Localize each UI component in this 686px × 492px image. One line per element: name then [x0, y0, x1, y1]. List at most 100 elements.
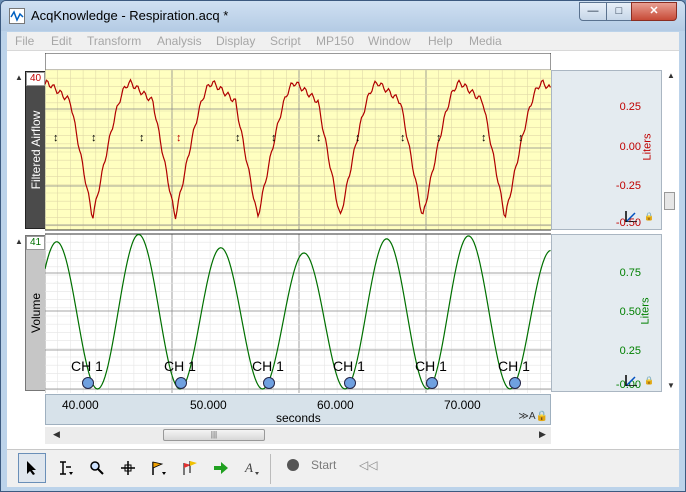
text-tool-icon: A	[244, 460, 259, 475]
menu-analysis[interactable]: Analysis	[157, 34, 202, 48]
tool-bar: A Start ◁◁	[7, 449, 679, 487]
minimize-button[interactable]: —	[579, 2, 607, 21]
event-marker-icon[interactable]: ↕	[481, 132, 487, 144]
menu-mp150[interactable]: MP150	[316, 34, 354, 48]
text-tool-button[interactable]: A	[238, 453, 266, 483]
event-marker-icon[interactable]: ↕	[436, 132, 442, 144]
x-tick-3: 60.000	[317, 398, 354, 412]
event-marker-icon[interactable]: ↕	[316, 132, 322, 144]
ibeam-zoom-icon	[60, 461, 73, 475]
event-marker-icon[interactable]	[82, 377, 94, 389]
plot-area[interactable]: ↕ ↕ ↕ ↕ ↕ ↕ ↕ ↕ ↕ ↕ ↕ ↕ CH 1 CH 1 CH 1 CH 1 CH 1 CH 1	[45, 53, 551, 394]
autoscale-horizontal-icon[interactable]: ≫A🔒	[518, 411, 548, 422]
crosshair-tool-button[interactable]	[114, 453, 142, 483]
event-marker-icon[interactable]: ↕	[91, 132, 97, 144]
scroll-right-icon[interactable]: ▶	[539, 429, 546, 440]
channel-2-name: Volume	[28, 292, 43, 334]
menu-window[interactable]: Window	[368, 34, 411, 48]
event-label: CH 1	[498, 358, 530, 374]
close-button[interactable]: ✕	[631, 2, 677, 21]
autoscale-icon[interactable]	[624, 374, 638, 386]
event-marker-icon[interactable]: ↕	[518, 132, 524, 144]
time-axis[interactable]: 40.000 50.000 60.000 70.000 seconds ≫A🔒	[45, 394, 551, 425]
horizontal-scroll-thumb[interactable]: |||	[163, 429, 265, 441]
maximize-button[interactable]: □	[606, 2, 632, 21]
event-marker-icon[interactable]: ↕	[355, 132, 361, 144]
menu-file[interactable]: File	[15, 34, 34, 48]
menu-transform[interactable]: Transform	[87, 34, 141, 48]
event-marker-icon[interactable]: ↕	[176, 132, 182, 144]
event-marker-icon[interactable]: ↕	[53, 132, 59, 144]
scroll-up-icon[interactable]: ▲	[667, 71, 675, 80]
channel-2-unit: Liters	[639, 297, 652, 325]
event-marker-icon[interactable]	[175, 377, 187, 389]
event-marker-icon[interactable]	[509, 377, 521, 389]
event-marker-icon[interactable]	[263, 377, 275, 389]
event-marker-icon[interactable]: ↕	[235, 132, 241, 144]
horizontal-scrollbar[interactable]: ◀ ||| ▶	[45, 427, 551, 444]
menu-media[interactable]: Media	[469, 34, 502, 48]
scroll-down-icon[interactable]: ▼	[667, 381, 675, 390]
scroll-left-icon[interactable]: ◀	[53, 429, 60, 440]
menu-edit[interactable]: Edit	[51, 34, 72, 48]
multi-flag-icon	[183, 461, 197, 475]
channel-1-scale[interactable]: 0.25 0.00 -0.25 -0.50 Liters 🔒	[551, 70, 662, 230]
window-title: AcqKnowledge - Respiration.acq *	[31, 8, 229, 23]
ch1-tick-3: -0.25	[615, 180, 641, 192]
event-tool-button[interactable]	[145, 453, 173, 483]
event-label: CH 1	[333, 358, 365, 374]
app-window: AcqKnowledge - Respiration.acq * — □ ✕ F…	[0, 0, 686, 492]
green-arrow-icon	[214, 462, 228, 474]
channel-1-name: Filtered Airflow	[28, 110, 43, 190]
arrow-cursor-icon	[27, 461, 36, 475]
lock-icon[interactable]: 🔒	[644, 212, 654, 221]
x-axis-unit: seconds	[276, 411, 321, 425]
event-marker-icon[interactable]: ↕	[400, 132, 406, 144]
event-flag-icon	[152, 461, 166, 475]
ch2-tick-2: 0.50	[619, 306, 641, 318]
autoscale-icon[interactable]	[624, 210, 638, 222]
title-bar: AcqKnowledge - Respiration.acq * — □ ✕	[1, 1, 685, 31]
zoom-tool-button[interactable]	[83, 453, 111, 483]
event-marker-icon[interactable]	[344, 377, 356, 389]
x-tick-1: 40.000	[62, 398, 99, 412]
channel-2-label-box[interactable]: Volume	[25, 235, 46, 391]
event-label: CH 1	[71, 358, 103, 374]
event-label: CH 1	[252, 358, 284, 374]
start-button[interactable]: Start	[311, 458, 336, 472]
collapse-ch2-icon[interactable]: ▲	[15, 237, 23, 246]
channel-1-unit: Liters	[641, 133, 654, 161]
menu-bar: File Edit Transform Analysis Display Scr…	[7, 32, 679, 51]
vertical-scroll-thumb[interactable]	[664, 192, 675, 210]
ch1-tick-2: 0.00	[619, 141, 641, 153]
rewind-icon[interactable]: ◁◁	[359, 458, 377, 472]
magnifier-icon	[90, 461, 104, 475]
x-tick-4: 70.000	[444, 398, 481, 412]
event-label: CH 1	[415, 358, 447, 374]
multi-event-tool-button[interactable]	[176, 453, 204, 483]
menu-display[interactable]: Display	[216, 34, 255, 48]
menu-help[interactable]: Help	[428, 34, 453, 48]
svg-text:A: A	[244, 460, 253, 475]
channel-2-scale[interactable]: 0.75 0.50 0.25 -0.00 Liters 🔒	[551, 234, 662, 392]
ch1-tick-1: 0.25	[619, 101, 641, 113]
menu-script[interactable]: Script	[270, 34, 301, 48]
event-marker-icon[interactable]	[426, 377, 438, 389]
app-icon	[9, 8, 25, 24]
channel-2-number: 41	[26, 236, 45, 250]
event-marker-icon[interactable]: ↕	[139, 132, 145, 144]
go-tool-button[interactable]	[207, 453, 235, 483]
crosshair-icon	[121, 461, 135, 475]
collapse-ch1-icon[interactable]: ▲	[15, 73, 23, 82]
event-label: CH 1	[164, 358, 196, 374]
x-tick-2: 50.000	[190, 398, 227, 412]
record-icon[interactable]	[287, 459, 299, 471]
arrow-tool-button[interactable]	[18, 453, 46, 483]
lock-icon[interactable]: 🔒	[644, 376, 654, 385]
toolbar-separator	[270, 454, 271, 484]
ch2-tick-1: 0.75	[619, 267, 641, 279]
ibeam-tool-button[interactable]	[52, 453, 80, 483]
graph-window: ▲ ▲ Filtered Airflow 40 Volume 41 ↕ ↕ ↕ ↕ ↕ ↕…	[7, 51, 679, 449]
event-marker-icon[interactable]: ↕	[271, 132, 277, 144]
channel-1-label-box[interactable]: Filtered Airflow	[25, 71, 46, 229]
